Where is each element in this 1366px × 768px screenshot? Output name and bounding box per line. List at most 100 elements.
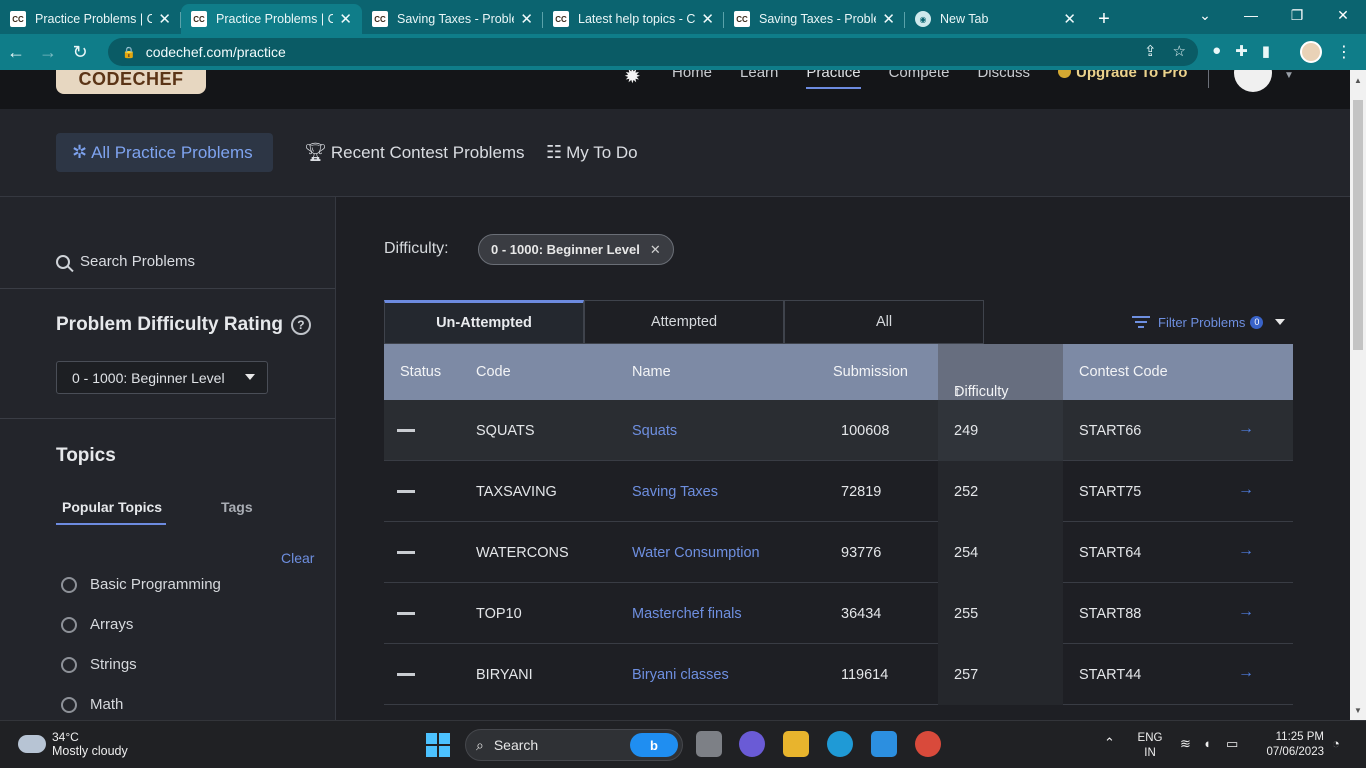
arrow-right-icon[interactable]: → — [1238, 481, 1254, 499]
wifi-icon[interactable]: ≋ — [1180, 736, 1191, 751]
profile-avatar[interactable] — [1300, 41, 1322, 63]
tab-recent-contest-problems[interactable]: 🏆︎ Recent Contest Problems — [304, 133, 525, 172]
minimize-icon[interactable]: — — [1228, 0, 1274, 30]
weather-widget[interactable]: 34°C Mostly cloudy — [18, 729, 128, 758]
tab-all[interactable]: All — [784, 300, 984, 344]
puzzle-extensions-icon[interactable]: ✚ — [1235, 42, 1248, 60]
close-icon[interactable]: ✕ — [701, 10, 714, 28]
new-tab-button[interactable]: + — [1086, 4, 1122, 34]
problem-name-link[interactable]: Water Consumption — [632, 545, 760, 561]
problem-name-link[interactable]: Masterchef finals — [632, 606, 742, 622]
restore-icon[interactable]: ❐ — [1274, 0, 1320, 30]
volume-icon[interactable]: ◖ — [1203, 736, 1211, 751]
browser-tab[interactable]: ◉ New Tab ✕ — [905, 4, 1086, 34]
taskbar-search[interactable]: ⌕ Search b — [465, 729, 683, 761]
browser-tab[interactable]: CC Saving Taxes - Probler ✕ — [362, 4, 543, 34]
close-icon[interactable]: ✕ — [520, 10, 533, 28]
back-icon[interactable]: ← — [0, 42, 32, 63]
close-icon[interactable]: ✕ — [158, 10, 171, 28]
tab-un-attempted[interactable]: Un-Attempted — [384, 300, 584, 344]
side-panel-icon[interactable]: ▮ — [1262, 42, 1270, 60]
url-bar[interactable]: 🔒 codechef.com/practice ⇪ ☆ — [108, 38, 1198, 66]
tab-tags[interactable]: Tags — [221, 499, 253, 515]
chrome-app-icon[interactable] — [915, 731, 941, 757]
problem-name-link[interactable]: Squats — [632, 423, 677, 439]
chevron-down-icon[interactable]: ▼ — [1284, 70, 1294, 81]
chat-app-icon[interactable] — [739, 731, 765, 757]
tab-all-practice-problems[interactable]: ✲ All Practice Problems — [56, 133, 273, 172]
forward-icon[interactable]: → — [32, 42, 64, 63]
problem-name-link[interactable]: Saving Taxes — [632, 484, 718, 500]
browser-tab-active[interactable]: CC Practice Problems | Co ✕ — [181, 4, 362, 34]
file-explorer-icon[interactable] — [783, 731, 809, 757]
topic-option[interactable]: Strings — [61, 656, 137, 673]
kebab-menu-icon[interactable]: ⋮ — [1336, 42, 1352, 62]
notification-icon[interactable]: ◔ — [1332, 736, 1340, 751]
caret-down-icon[interactable] — [1275, 319, 1286, 325]
remove-filter-icon[interactable]: ✕ — [650, 242, 661, 258]
bing-icon[interactable]: b — [630, 733, 678, 757]
scroll-up-icon[interactable]: ▲ — [1354, 76, 1362, 85]
sort-ascending-icon[interactable]: ↑ — [954, 384, 961, 400]
search-problems[interactable]: Search Problems — [56, 253, 195, 270]
tab-search-icon[interactable]: ⌄ — [1182, 0, 1228, 30]
battery-icon[interactable]: ▭ — [1226, 736, 1238, 751]
radio-button[interactable] — [61, 616, 77, 633]
topic-option[interactable]: Arrays — [61, 616, 133, 633]
tab-attempted[interactable]: Attempted — [584, 300, 784, 344]
radio-button[interactable] — [61, 656, 77, 673]
user-avatar[interactable] — [1234, 70, 1272, 92]
close-icon[interactable]: ✕ — [882, 10, 895, 28]
help-icon[interactable]: ? — [290, 315, 311, 335]
page-scrollbar[interactable]: ▲ ▼ — [1350, 70, 1366, 720]
difficulty-rating-select[interactable]: 0 - 1000: Beginner Level — [56, 361, 268, 394]
bookmark-star-icon[interactable]: ☆ — [1173, 42, 1186, 60]
difficulty-column-header[interactable]: Difficulty ↑ — [938, 344, 1063, 400]
arrow-right-icon[interactable]: → — [1238, 420, 1254, 438]
browser-tab[interactable]: CC Practice Problems | Co ✕ — [0, 4, 181, 34]
tab-popular-topics[interactable]: Popular Topics — [56, 499, 166, 525]
arrow-right-icon[interactable]: → — [1238, 664, 1254, 682]
filter-problems-button[interactable]: Filter Problems 0 — [1132, 313, 1286, 331]
upgrade-to-pro-link[interactable]: Upgrade To Pro — [1058, 70, 1187, 81]
topic-option[interactable]: Math — [61, 696, 123, 713]
close-window-icon[interactable]: ✕ — [1320, 0, 1366, 30]
scroll-down-icon[interactable]: ▼ — [1354, 706, 1362, 715]
nav-discuss[interactable]: Discuss — [977, 70, 1030, 89]
scroll-thumb[interactable] — [1353, 100, 1363, 350]
mail-app-icon[interactable] — [871, 731, 897, 757]
windows-start-icon[interactable] — [426, 733, 450, 757]
nav-learn[interactable]: Learn — [740, 70, 778, 89]
radio-button[interactable] — [61, 576, 77, 593]
table-row[interactable]: TAXSAVING Saving Taxes 72819 252 START75… — [384, 461, 1293, 522]
table-row[interactable]: SQUATS Squats 100608 249 START66 → — [384, 400, 1293, 461]
browser-tab[interactable]: CC Saving Taxes - Probler ✕ — [724, 4, 905, 34]
arrow-right-icon[interactable]: → — [1238, 603, 1254, 621]
table-row[interactable]: TOP10 Masterchef finals 36434 255 START8… — [384, 583, 1293, 644]
search-input[interactable]: Search Problems — [80, 253, 195, 270]
close-icon[interactable]: ✕ — [1063, 10, 1076, 28]
nav-practice[interactable]: Practice — [806, 70, 861, 89]
browser-tab[interactable]: CC Latest help topics - Co ✕ — [543, 4, 724, 34]
problem-name-link[interactable]: Biryani classes — [632, 667, 729, 683]
close-icon[interactable]: ✕ — [339, 10, 352, 28]
share-icon[interactable]: ⇪ — [1144, 42, 1157, 60]
tab-my-to-do[interactable]: ☷ My To Do — [546, 133, 638, 172]
show-hidden-icons-chevron-icon[interactable]: ⌃ — [1104, 735, 1115, 750]
theme-toggle-sun-icon[interactable]: ✹ — [624, 70, 641, 89]
task-view-icon[interactable] — [696, 731, 722, 757]
radio-button[interactable] — [61, 696, 77, 713]
clear-topics-link[interactable]: Clear — [281, 550, 314, 566]
nav-home[interactable]: Home — [672, 70, 712, 89]
reload-icon[interactable]: ↻ — [64, 42, 96, 63]
input-language[interactable]: ENG IN — [1136, 731, 1164, 761]
extension-icon[interactable]: ● — [1212, 42, 1221, 60]
system-clock[interactable]: 11:25 PM 07/06/2023 — [1254, 730, 1324, 760]
table-row[interactable]: WATERCONS Water Consumption 93776 254 ST… — [384, 522, 1293, 583]
edge-browser-icon[interactable] — [827, 731, 853, 757]
codechef-logo[interactable]: CODECHEF — [56, 70, 206, 94]
table-row[interactable]: BIRYANI Biryani classes 119614 257 START… — [384, 644, 1293, 705]
topic-option[interactable]: Basic Programming — [61, 576, 221, 593]
arrow-right-icon[interactable]: → — [1238, 542, 1254, 560]
nav-compete[interactable]: Compete — [889, 70, 950, 89]
